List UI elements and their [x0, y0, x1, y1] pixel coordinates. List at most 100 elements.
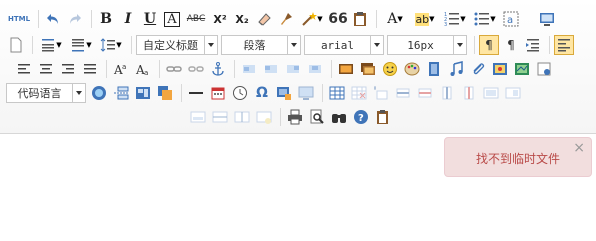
deletetable-button[interactable]	[349, 83, 369, 103]
searchreplace-webapp-button[interactable]	[89, 83, 109, 103]
direction-rtl-button[interactable]: ¶	[501, 35, 521, 55]
table-icon	[329, 86, 345, 100]
music-button[interactable]	[446, 59, 466, 79]
searchreplace-button[interactable]	[329, 107, 349, 127]
line-height-button[interactable]: ▼	[97, 35, 125, 55]
row-spacing-bottom-button[interactable]: ▼	[67, 35, 95, 55]
splittocols-button[interactable]	[232, 107, 252, 127]
justify-left-active-button[interactable]	[554, 35, 574, 55]
html-source-button[interactable]: HTML	[6, 9, 32, 29]
date-button[interactable]	[208, 83, 228, 103]
eraser-button[interactable]	[254, 9, 274, 29]
wordimage-button[interactable]	[274, 83, 294, 103]
anchor-button[interactable]	[208, 59, 228, 79]
new-document-button[interactable]	[6, 35, 26, 55]
snapscreen-button[interactable]	[296, 83, 316, 103]
insertrow-button[interactable]	[393, 83, 413, 103]
gmap-button[interactable]	[512, 59, 532, 79]
drafts-button[interactable]	[373, 107, 393, 127]
superscript-label: X²	[213, 12, 227, 26]
mergecells-button[interactable]	[481, 83, 501, 103]
bold-button[interactable]: B	[96, 9, 116, 29]
format-painter-button[interactable]	[276, 9, 296, 29]
template-button[interactable]	[133, 83, 153, 103]
row-spacing-top-button[interactable]: ▼	[37, 35, 65, 55]
blockquote-button[interactable]: 66	[328, 9, 348, 29]
subscript-button[interactable]: X₂	[232, 9, 252, 29]
direction-ltr-button[interactable]: ¶	[479, 35, 499, 55]
justify-center-button[interactable]	[36, 59, 56, 79]
mergeright-button[interactable]	[503, 83, 523, 103]
imagenone-button[interactable]	[239, 59, 259, 79]
horizontal-rule-button[interactable]	[186, 83, 206, 103]
pagebreak-button[interactable]	[111, 83, 131, 103]
justify-left-button[interactable]	[14, 59, 34, 79]
imageright-button[interactable]	[283, 59, 303, 79]
background-button[interactable]	[155, 83, 175, 103]
splittorows-button[interactable]	[210, 107, 230, 127]
strikethrough-button[interactable]: ABC	[184, 9, 208, 29]
italic-button[interactable]: I	[118, 9, 138, 29]
paragraph-select[interactable]: 段落	[221, 35, 301, 55]
fontborder-button[interactable]: A	[162, 9, 182, 29]
emotion-button[interactable]	[380, 59, 400, 79]
simpleupload-button[interactable]	[336, 59, 356, 79]
notification-message: 找不到临时文件	[475, 152, 560, 166]
justify-full-button[interactable]	[80, 59, 100, 79]
scrawl-button[interactable]	[402, 59, 422, 79]
insertframe-button[interactable]	[534, 59, 554, 79]
code-language-select[interactable]: 代码语言	[6, 83, 86, 103]
forecolor-button[interactable]: A ▼	[381, 9, 409, 29]
globe-map-icon	[515, 63, 529, 75]
inserttable-button[interactable]	[327, 83, 347, 103]
justify-right-button[interactable]	[58, 59, 78, 79]
link-button[interactable]	[164, 59, 184, 79]
smiley-icon	[383, 62, 397, 76]
font-size-select[interactable]: 16px	[387, 35, 467, 55]
underline-button[interactable]: U	[140, 9, 160, 29]
divider	[474, 36, 475, 54]
magnifier-page-icon	[310, 109, 324, 124]
preview-button[interactable]	[537, 9, 557, 29]
splittocells-button[interactable]	[254, 107, 274, 127]
time-button[interactable]	[230, 83, 250, 103]
imageleft-button[interactable]	[261, 59, 281, 79]
superscript-button[interactable]: X²	[210, 9, 230, 29]
chevron-down-icon: ▼	[490, 15, 496, 23]
attachment-button[interactable]	[468, 59, 488, 79]
image-none-icon	[243, 65, 255, 73]
mergedown-button[interactable]	[188, 107, 208, 127]
paste-plain-button[interactable]	[350, 9, 370, 29]
chevron-down-icon	[287, 36, 300, 54]
film-icon	[429, 62, 439, 76]
spechars-button[interactable]: Ω	[252, 83, 272, 103]
deleterow-button[interactable]	[415, 83, 435, 103]
close-icon[interactable]: ×	[573, 140, 585, 156]
map-button[interactable]	[490, 59, 510, 79]
unlink-button[interactable]	[186, 59, 206, 79]
imagecenter-button[interactable]	[305, 59, 325, 79]
insertcol-button[interactable]	[437, 83, 457, 103]
deletecol-button[interactable]	[459, 83, 479, 103]
redo-button[interactable]	[65, 9, 85, 29]
custom-style-select[interactable]: 自定义标题	[136, 35, 218, 55]
divider	[234, 60, 235, 78]
touppercase-button[interactable]: Aa	[111, 59, 131, 79]
ordered-list-button[interactable]: 123 ▼	[441, 9, 469, 29]
help-button[interactable]: ?	[351, 107, 371, 127]
autotypeset-button[interactable]: ▼	[298, 9, 326, 29]
print-preview-button[interactable]	[307, 107, 327, 127]
insertvideo-button[interactable]	[424, 59, 444, 79]
insertimage-button[interactable]	[358, 59, 378, 79]
font-family-select[interactable]: arial	[304, 35, 384, 55]
insertparagraphbeforetable-button[interactable]	[371, 83, 391, 103]
unordered-list-button[interactable]: ▼	[471, 9, 499, 29]
chevron-down-icon	[204, 36, 217, 54]
backcolor-button[interactable]: ab ▼	[411, 9, 439, 29]
indent-button[interactable]	[523, 35, 543, 55]
select-all-button[interactable]: a	[501, 9, 521, 29]
print-button[interactable]	[285, 107, 305, 127]
tolowercase-button[interactable]: Aa	[133, 59, 153, 79]
divider	[181, 84, 182, 102]
undo-button[interactable]	[43, 9, 63, 29]
